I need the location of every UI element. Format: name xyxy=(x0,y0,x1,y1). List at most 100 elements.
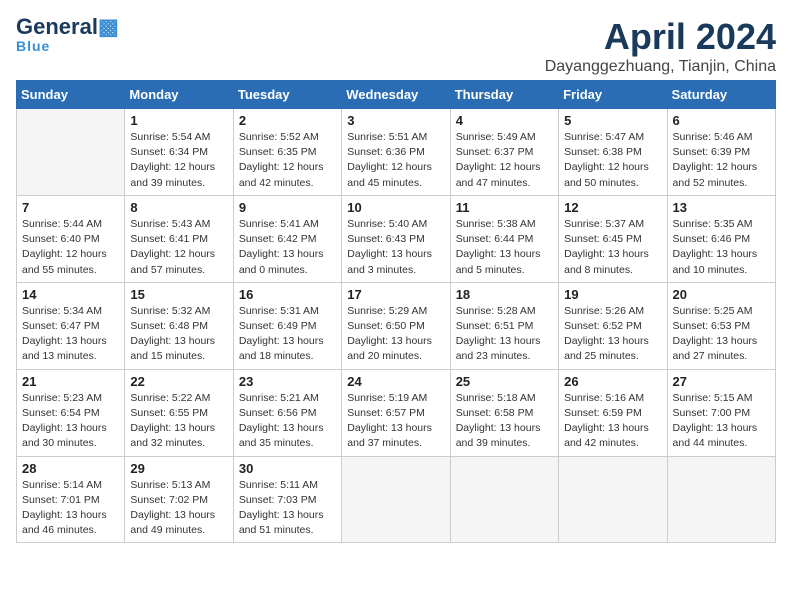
day-info: Sunrise: 5:54 AMSunset: 6:34 PMDaylight:… xyxy=(130,130,227,191)
day-number: 16 xyxy=(239,287,336,302)
calendar-cell: 23 Sunrise: 5:21 AMSunset: 6:56 PMDayligh… xyxy=(233,369,341,456)
calendar-cell: 26 Sunrise: 5:16 AMSunset: 6:59 PMDayligh… xyxy=(559,369,667,456)
day-info: Sunrise: 5:21 AMSunset: 6:56 PMDaylight:… xyxy=(239,391,336,452)
page-header: General▩ Blue April 2024 Dayanggezhuang,… xyxy=(16,16,776,76)
weekday-header-monday: Monday xyxy=(125,81,233,109)
calendar-cell: 18Sunrise: 5:28 AMSunset: 6:51 PMDayligh… xyxy=(450,282,558,369)
weekday-header-saturday: Saturday xyxy=(667,81,775,109)
day-info: Sunrise: 5:34 AMSunset: 6:47 PMDaylight:… xyxy=(22,304,119,365)
weekday-header-tuesday: Tuesday xyxy=(233,81,341,109)
day-info: Sunrise: 5:23 AMSunset: 6:54 PMDaylight:… xyxy=(22,391,119,452)
day-info: Sunrise: 5:37 AMSunset: 6:45 PMDaylight:… xyxy=(564,217,661,278)
calendar-cell: 27 Sunrise: 5:15 AMSunset: 7:00 PMDayligh… xyxy=(667,369,775,456)
calendar-cell: 19 Sunrise: 5:26 AMSunset: 6:52 PMDayligh… xyxy=(559,282,667,369)
day-number: 6 xyxy=(673,113,770,128)
calendar-cell: 2 Sunrise: 5:52 AMSunset: 6:35 PMDaylight… xyxy=(233,109,341,196)
weekday-header-wednesday: Wednesday xyxy=(342,81,450,109)
calendar-cell: 8Sunrise: 5:43 AMSunset: 6:41 PMDaylight… xyxy=(125,195,233,282)
calendar-cell xyxy=(342,456,450,543)
calendar-cell: 29 Sunrise: 5:13 AMSunset: 7:02 PMDayligh… xyxy=(125,456,233,543)
day-info: Sunrise: 5:41 AMSunset: 6:42 PMDaylight:… xyxy=(239,217,336,278)
day-number: 17 xyxy=(347,287,444,302)
calendar-cell: 13 Sunrise: 5:35 AMSunset: 6:46 PMDayligh… xyxy=(667,195,775,282)
day-number: 12 xyxy=(564,200,661,215)
day-number: 26 xyxy=(564,374,661,389)
calendar-cell: 25Sunrise: 5:18 AMSunset: 6:58 PMDayligh… xyxy=(450,369,558,456)
calendar-table: SundayMondayTuesdayWednesdayThursdayFrid… xyxy=(16,80,776,543)
day-number: 13 xyxy=(673,200,770,215)
week-row-3: 14 Sunrise: 5:34 AMSunset: 6:47 PMDayligh… xyxy=(17,282,776,369)
calendar-cell: 12 Sunrise: 5:37 AMSunset: 6:45 PMDayligh… xyxy=(559,195,667,282)
month-title: April 2024 xyxy=(545,16,776,58)
location: Dayanggezhuang, Tianjin, China xyxy=(545,58,776,76)
calendar-cell: 4 Sunrise: 5:49 AMSunset: 6:37 PMDaylight… xyxy=(450,109,558,196)
weekday-header-friday: Friday xyxy=(559,81,667,109)
calendar-cell: 3Sunrise: 5:51 AMSunset: 6:36 PMDaylight… xyxy=(342,109,450,196)
week-row-1: 1 Sunrise: 5:54 AMSunset: 6:34 PMDaylight… xyxy=(17,109,776,196)
calendar-cell: 20 Sunrise: 5:25 AMSunset: 6:53 PMDayligh… xyxy=(667,282,775,369)
day-info: Sunrise: 5:38 AMSunset: 6:44 PMDaylight:… xyxy=(456,217,553,278)
day-info: Sunrise: 5:43 AMSunset: 6:41 PMDaylight:… xyxy=(130,217,227,278)
day-number: 9 xyxy=(239,200,336,215)
day-info: Sunrise: 5:25 AMSunset: 6:53 PMDaylight:… xyxy=(673,304,770,365)
day-number: 4 xyxy=(456,113,553,128)
weekday-header-thursday: Thursday xyxy=(450,81,558,109)
calendar-cell: 14 Sunrise: 5:34 AMSunset: 6:47 PMDayligh… xyxy=(17,282,125,369)
day-info: Sunrise: 5:13 AMSunset: 7:02 PMDaylight:… xyxy=(130,478,227,539)
day-number: 30 xyxy=(239,461,336,476)
day-info: Sunrise: 5:15 AMSunset: 7:00 PMDaylight:… xyxy=(673,391,770,452)
day-info: Sunrise: 5:19 AMSunset: 6:57 PMDaylight:… xyxy=(347,391,444,452)
day-number: 19 xyxy=(564,287,661,302)
day-number: 15 xyxy=(130,287,227,302)
calendar-cell xyxy=(667,456,775,543)
calendar-cell: 5Sunrise: 5:47 AMSunset: 6:38 PMDaylight… xyxy=(559,109,667,196)
day-info: Sunrise: 5:47 AMSunset: 6:38 PMDaylight:… xyxy=(564,130,661,191)
day-number: 14 xyxy=(22,287,119,302)
day-number: 29 xyxy=(130,461,227,476)
week-row-2: 7 Sunrise: 5:44 AMSunset: 6:40 PMDaylight… xyxy=(17,195,776,282)
day-number: 23 xyxy=(239,374,336,389)
day-info: Sunrise: 5:46 AMSunset: 6:39 PMDaylight:… xyxy=(673,130,770,191)
calendar-cell: 1 Sunrise: 5:54 AMSunset: 6:34 PMDaylight… xyxy=(125,109,233,196)
day-number: 7 xyxy=(22,200,119,215)
day-info: Sunrise: 5:16 AMSunset: 6:59 PMDaylight:… xyxy=(564,391,661,452)
calendar-cell xyxy=(17,109,125,196)
day-info: Sunrise: 5:29 AMSunset: 6:50 PMDaylight:… xyxy=(347,304,444,365)
calendar-cell: 21 Sunrise: 5:23 AMSunset: 6:54 PMDayligh… xyxy=(17,369,125,456)
logo-general: General▩ xyxy=(16,16,119,38)
day-info: Sunrise: 5:44 AMSunset: 6:40 PMDaylight:… xyxy=(22,217,119,278)
logo-bird: ▩ xyxy=(98,14,119,39)
calendar-cell: 30 Sunrise: 5:11 AMSunset: 7:03 PMDayligh… xyxy=(233,456,341,543)
calendar-cell: 22Sunrise: 5:22 AMSunset: 6:55 PMDayligh… xyxy=(125,369,233,456)
day-info: Sunrise: 5:26 AMSunset: 6:52 PMDaylight:… xyxy=(564,304,661,365)
weekday-header-row: SundayMondayTuesdayWednesdayThursdayFrid… xyxy=(17,81,776,109)
day-number: 1 xyxy=(130,113,227,128)
calendar-cell: 10Sunrise: 5:40 AMSunset: 6:43 PMDayligh… xyxy=(342,195,450,282)
day-info: Sunrise: 5:31 AMSunset: 6:49 PMDaylight:… xyxy=(239,304,336,365)
calendar-cell: 28 Sunrise: 5:14 AMSunset: 7:01 PMDayligh… xyxy=(17,456,125,543)
calendar-cell: 11 Sunrise: 5:38 AMSunset: 6:44 PMDayligh… xyxy=(450,195,558,282)
day-info: Sunrise: 5:49 AMSunset: 6:37 PMDaylight:… xyxy=(456,130,553,191)
day-info: Sunrise: 5:14 AMSunset: 7:01 PMDaylight:… xyxy=(22,478,119,539)
day-number: 3 xyxy=(347,113,444,128)
day-number: 27 xyxy=(673,374,770,389)
day-info: Sunrise: 5:32 AMSunset: 6:48 PMDaylight:… xyxy=(130,304,227,365)
calendar-cell: 24Sunrise: 5:19 AMSunset: 6:57 PMDayligh… xyxy=(342,369,450,456)
day-number: 11 xyxy=(456,200,553,215)
day-number: 22 xyxy=(130,374,227,389)
day-number: 21 xyxy=(22,374,119,389)
calendar-cell xyxy=(559,456,667,543)
day-number: 20 xyxy=(673,287,770,302)
calendar-cell: 7 Sunrise: 5:44 AMSunset: 6:40 PMDaylight… xyxy=(17,195,125,282)
calendar-cell: 17 Sunrise: 5:29 AMSunset: 6:50 PMDayligh… xyxy=(342,282,450,369)
day-number: 25 xyxy=(456,374,553,389)
day-number: 28 xyxy=(22,461,119,476)
title-area: April 2024 Dayanggezhuang, Tianjin, Chin… xyxy=(545,16,776,76)
day-info: Sunrise: 5:35 AMSunset: 6:46 PMDaylight:… xyxy=(673,217,770,278)
day-info: Sunrise: 5:52 AMSunset: 6:35 PMDaylight:… xyxy=(239,130,336,191)
day-info: Sunrise: 5:28 AMSunset: 6:51 PMDaylight:… xyxy=(456,304,553,365)
calendar-cell: 9 Sunrise: 5:41 AMSunset: 6:42 PMDaylight… xyxy=(233,195,341,282)
day-info: Sunrise: 5:11 AMSunset: 7:03 PMDaylight:… xyxy=(239,478,336,539)
week-row-4: 21 Sunrise: 5:23 AMSunset: 6:54 PMDayligh… xyxy=(17,369,776,456)
day-number: 2 xyxy=(239,113,336,128)
